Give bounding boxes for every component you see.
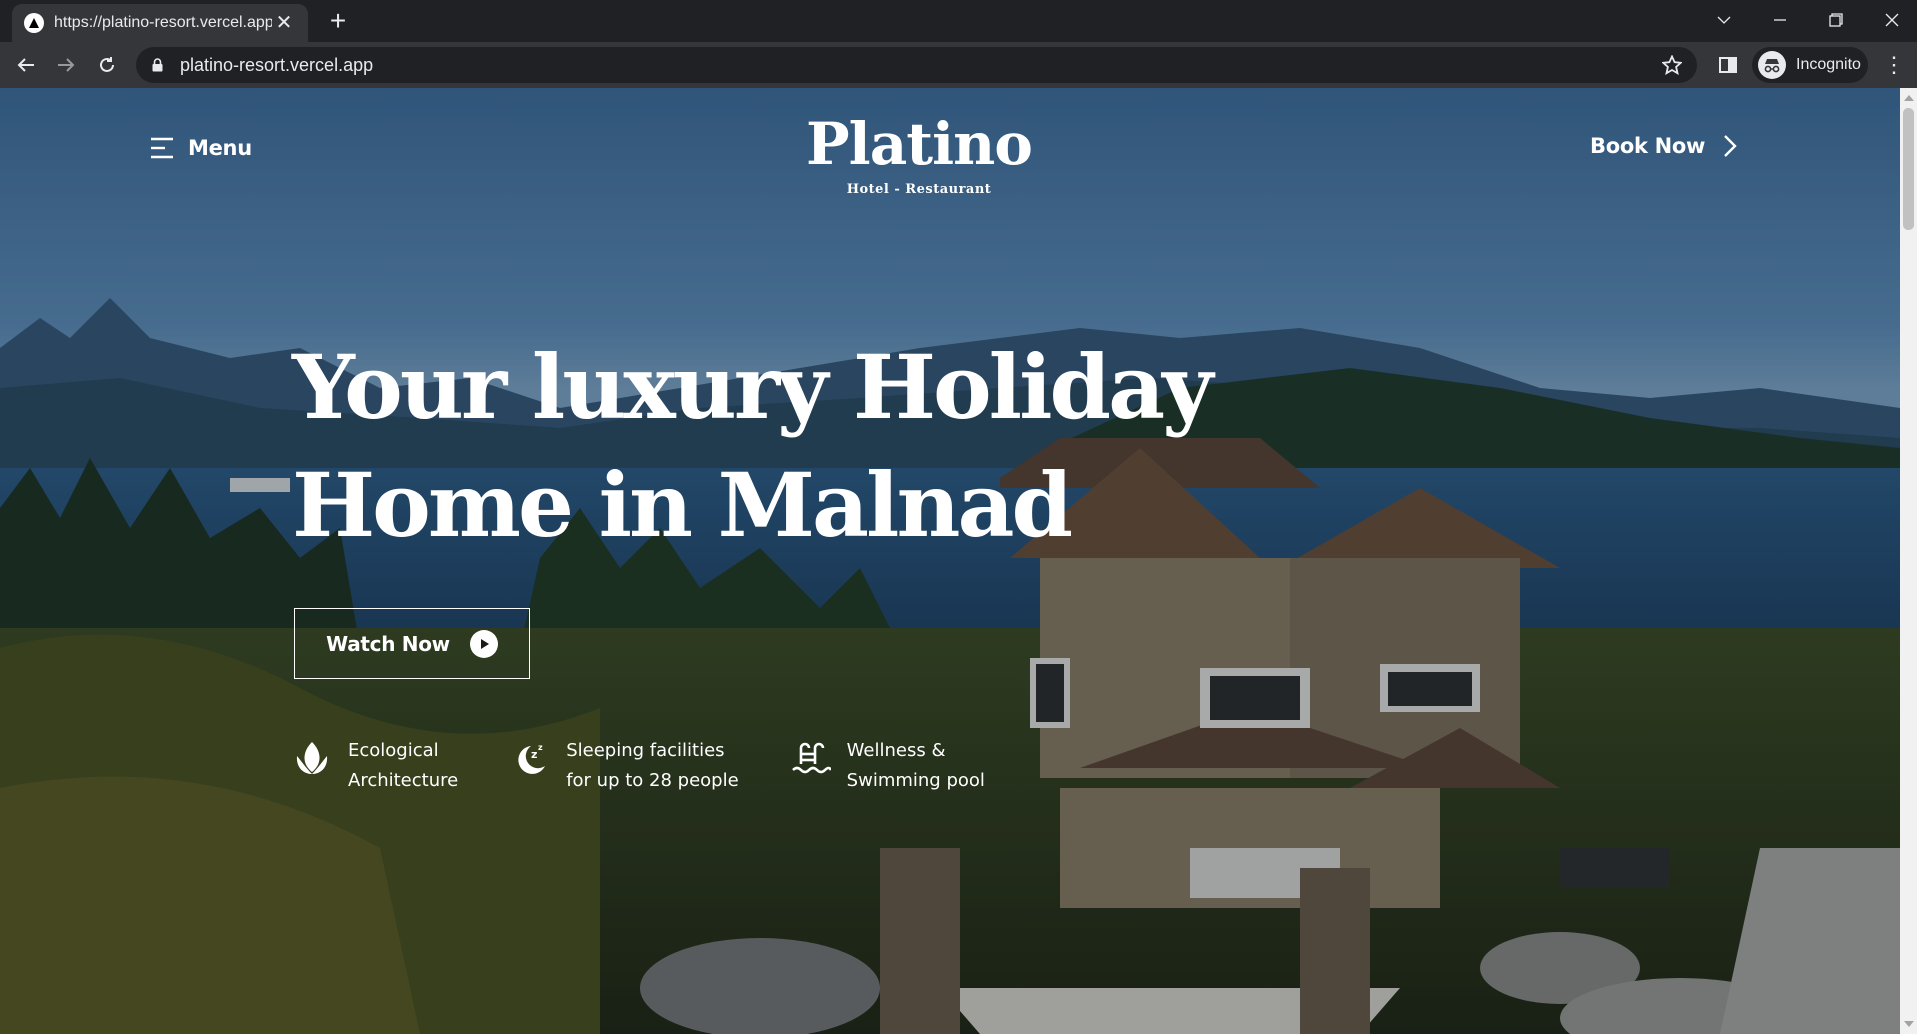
page-scrollbar[interactable] — [1900, 88, 1917, 1034]
incognito-profile-button[interactable]: Incognito — [1752, 47, 1868, 83]
tab-search-button[interactable] — [1696, 0, 1752, 40]
close-window-button[interactable] — [1864, 0, 1917, 40]
bookmark-star-icon[interactable] — [1657, 50, 1687, 80]
feature-line-2: Architecture — [348, 770, 459, 791]
chevron-right-icon — [1724, 135, 1737, 157]
play-icon — [469, 629, 498, 658]
incognito-label: Incognito — [1796, 56, 1861, 73]
feature-text: Sleeping facilities for up to 28 people — [566, 736, 738, 796]
tab-close-icon[interactable]: ✕ — [272, 11, 296, 35]
leaf-icon — [292, 736, 332, 780]
minimize-button[interactable] — [1752, 0, 1808, 40]
lock-icon[interactable] — [150, 57, 164, 73]
feature-text: Wellness & Swimming pool — [847, 736, 985, 796]
site-header: Menu Platino Hotel - Restaurant Book Now — [0, 88, 1900, 218]
moon-sleep-icon: z z — [510, 736, 550, 780]
svg-text:z: z — [531, 748, 537, 761]
scrollbar-thumb[interactable] — [1903, 108, 1914, 230]
feature-item: Ecological Architecture — [292, 736, 458, 796]
feature-text: Ecological Architecture — [348, 736, 458, 796]
book-now-label: Book Now — [1590, 134, 1706, 158]
back-button[interactable] — [10, 49, 42, 81]
headline-line-2: Home in Malnad — [292, 453, 1073, 557]
pool-ladder-icon — [791, 736, 831, 780]
feature-list: Ecological Architecture z z Sleeping fac… — [292, 736, 1037, 796]
svg-text:z: z — [538, 743, 543, 752]
reload-button[interactable] — [91, 49, 123, 81]
watch-now-label: Watch Now — [326, 631, 450, 656]
feature-item: Wellness & Swimming pool — [791, 736, 985, 796]
restore-button[interactable] — [1808, 0, 1864, 40]
browser-toolbar: platino-resort.vercel.app Incognito ⋮ — [0, 42, 1917, 88]
brand-tagline: Hotel - Restaurant — [846, 182, 992, 197]
vercel-favicon-icon — [24, 13, 44, 33]
browser-tab[interactable]: https://platino-resort.vercel.app ✕ — [12, 4, 308, 42]
feature-line-1: Ecological — [348, 740, 439, 761]
forward-button[interactable] — [50, 49, 82, 81]
hero-headline: Your luxury Holiday Home in Malnad — [292, 328, 1292, 564]
tab-title: https://platino-resort.vercel.app — [54, 14, 272, 31]
feature-line-2: for up to 28 people — [566, 770, 739, 791]
brand-logo[interactable]: Platino Hotel - Restaurant — [0, 106, 1838, 197]
page-viewport: Menu Platino Hotel - Restaurant Book Now… — [0, 88, 1900, 1034]
scroll-up-icon[interactable] — [1904, 95, 1914, 101]
feature-line-1: Sleeping facilities — [566, 740, 725, 761]
brand-name: Platino — [806, 110, 1033, 178]
scroll-down-icon[interactable] — [1904, 1021, 1914, 1027]
address-bar[interactable]: platino-resort.vercel.app — [136, 47, 1697, 83]
watch-now-button[interactable]: Watch Now — [294, 608, 530, 679]
incognito-icon — [1758, 51, 1786, 79]
headline-line-1: Your luxury Holiday — [292, 335, 1213, 439]
feature-item: z z Sleeping facilities for up to 28 peo… — [510, 736, 739, 796]
new-tab-button[interactable]: + — [322, 7, 354, 35]
browser-tab-strip: https://platino-resort.vercel.app ✕ + — [0, 0, 1917, 42]
feature-line-2: Swimming pool — [846, 770, 985, 791]
feature-line-1: Wellness & — [846, 740, 946, 761]
book-now-button[interactable]: Book Now — [1590, 134, 1737, 158]
side-panel-icon[interactable] — [1714, 51, 1742, 79]
browser-menu-icon[interactable]: ⋮ — [1880, 51, 1908, 79]
url-text[interactable]: platino-resort.vercel.app — [180, 55, 1657, 76]
